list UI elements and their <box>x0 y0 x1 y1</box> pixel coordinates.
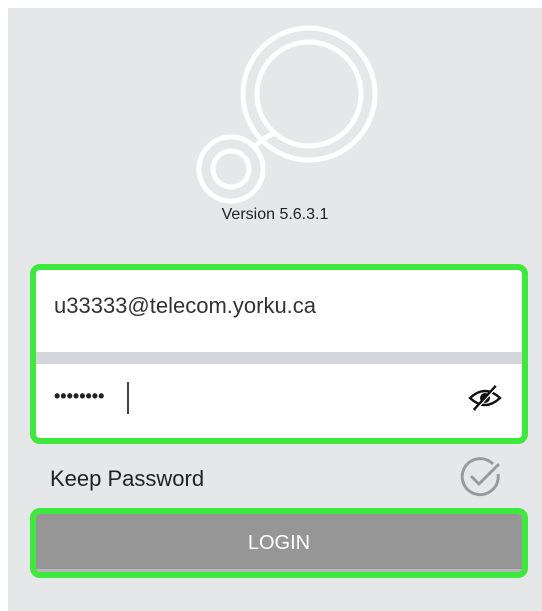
login-screen: Version 5.6.3.1 •••••••• Keep Password <box>8 8 542 611</box>
bottom-strip <box>8 592 542 611</box>
field-divider <box>36 352 522 364</box>
app-logo-icon <box>196 25 378 204</box>
login-fields-group: •••••••• <box>30 264 528 444</box>
username-input[interactable] <box>52 290 496 322</box>
login-button[interactable]: LOGIN <box>36 514 522 572</box>
password-field[interactable]: •••••••• <box>36 364 522 438</box>
check-circle-icon[interactable] <box>460 456 502 498</box>
username-field[interactable] <box>36 270 522 352</box>
login-button-highlight: LOGIN <box>30 508 528 578</box>
version-label: Version 5.6.3.1 <box>221 206 329 223</box>
password-masked-value: •••••••• <box>54 386 105 406</box>
eye-slash-icon[interactable] <box>468 384 502 412</box>
screenshot-canvas: Version 5.6.3.1 •••••••• Keep Password <box>0 0 542 611</box>
keep-password-label: Keep Password <box>50 466 205 491</box>
text-cursor <box>127 382 129 414</box>
keep-password-row[interactable]: Keep Password <box>8 452 542 504</box>
